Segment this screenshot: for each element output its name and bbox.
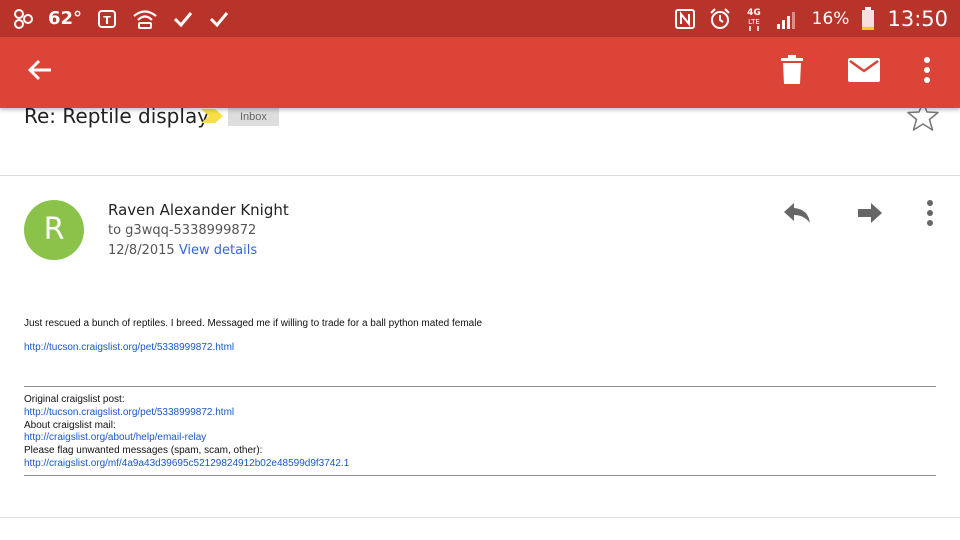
view-details-link[interactable]: View details bbox=[179, 243, 257, 258]
date-line: 12/8/2015 View details bbox=[108, 243, 257, 258]
back-arrow-icon bbox=[26, 56, 54, 89]
svg-text:LTE: LTE bbox=[748, 18, 760, 26]
original-post-link[interactable]: http://tucson.craigslist.org/pet/5338999… bbox=[24, 407, 349, 420]
delete-button[interactable] bbox=[766, 37, 818, 108]
mark-unread-button[interactable] bbox=[838, 37, 890, 108]
flag-link[interactable]: http://craigslist.org/mf/4a9a43d39695c52… bbox=[24, 458, 349, 471]
weather-temperature: 62° bbox=[48, 8, 83, 29]
tmobile-icon: T bbox=[96, 8, 118, 30]
status-bar: 62° T 4G LTE 16% 13:50 bbox=[0, 0, 960, 37]
recipient-line: to g3wqq-5338999872 bbox=[108, 223, 257, 238]
wifi-hotspot-icon bbox=[132, 8, 158, 30]
status-time: 13:50 bbox=[887, 6, 948, 31]
delete-icon bbox=[780, 55, 804, 90]
about-mail-label: About craigslist mail: bbox=[24, 419, 116, 431]
battery-icon bbox=[861, 6, 875, 31]
forward-icon bbox=[857, 202, 883, 229]
notification-icon bbox=[12, 8, 34, 30]
message-bottom-divider bbox=[0, 517, 960, 518]
alarm-icon bbox=[708, 7, 732, 31]
avatar[interactable]: R bbox=[24, 200, 84, 260]
more-vert-icon bbox=[923, 56, 931, 89]
original-post-label: Original craigslist post: bbox=[24, 394, 125, 405]
reply-button[interactable] bbox=[777, 195, 817, 235]
check-icon bbox=[208, 8, 230, 30]
subject-row: Re: Reptile display Inbox bbox=[0, 100, 960, 176]
more-options-button[interactable] bbox=[906, 37, 948, 108]
lte-icon: 4G LTE bbox=[744, 6, 764, 32]
craigslist-footer: Original craigslist post: http://tucson.… bbox=[24, 394, 349, 471]
about-mail-link[interactable]: http://craigslist.org/about/help/email-r… bbox=[24, 432, 349, 445]
footer-bottom-divider bbox=[24, 475, 936, 476]
footer-top-divider bbox=[24, 386, 936, 387]
message-header: R Raven Alexander Knight to g3wqq-533899… bbox=[0, 177, 960, 277]
reply-icon bbox=[783, 202, 811, 229]
message-more-button[interactable] bbox=[910, 195, 950, 235]
sender-name: Raven Alexander Knight bbox=[108, 201, 289, 219]
app-bar bbox=[0, 37, 960, 108]
svg-text:T: T bbox=[103, 14, 111, 27]
battery-percent: 16% bbox=[811, 8, 850, 29]
nfc-icon bbox=[674, 8, 696, 30]
status-bar-right: 4G LTE 16% 13:50 bbox=[674, 0, 948, 37]
back-button[interactable] bbox=[14, 37, 66, 108]
status-bar-left: 62° T bbox=[12, 0, 230, 37]
mark-unread-icon bbox=[848, 58, 880, 87]
flag-label: Please flag unwanted messages (spam, sca… bbox=[24, 445, 263, 457]
importance-marker-icon[interactable] bbox=[201, 109, 223, 123]
inbox-label-chip[interactable]: Inbox bbox=[228, 108, 279, 126]
body-text: Just rescued a bunch of reptiles. I bree… bbox=[24, 318, 483, 329]
svg-text:4G: 4G bbox=[747, 8, 761, 18]
message-date: 12/8/2015 bbox=[108, 243, 175, 258]
forward-button[interactable] bbox=[850, 195, 890, 235]
body-link[interactable]: http://tucson.craigslist.org/pet/5338999… bbox=[24, 342, 234, 353]
signal-icon bbox=[776, 8, 800, 30]
more-vert-icon bbox=[926, 199, 934, 232]
check-icon bbox=[172, 8, 194, 30]
